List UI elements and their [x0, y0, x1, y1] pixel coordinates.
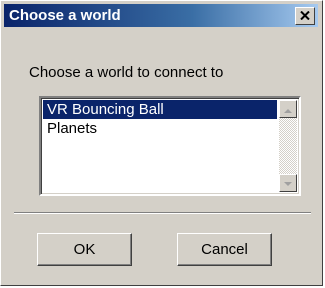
- list-item-vr-bouncing-ball[interactable]: VR Bouncing Ball: [43, 100, 277, 119]
- list-item-planets[interactable]: Planets: [43, 119, 277, 138]
- triangle-up-icon: [284, 100, 292, 118]
- choose-world-dialog: Choose a world Choose a world to connect…: [0, 0, 323, 286]
- ok-button[interactable]: OK: [37, 233, 132, 266]
- close-button[interactable]: [295, 7, 315, 25]
- world-list-items: VR Bouncing Ball Planets: [43, 100, 277, 192]
- title-bar[interactable]: Choose a world: [4, 4, 318, 27]
- separator-line: [14, 212, 311, 214]
- vertical-scrollbar[interactable]: [279, 100, 297, 192]
- cancel-button[interactable]: Cancel: [177, 233, 272, 266]
- scroll-down-button[interactable]: [279, 174, 297, 192]
- close-x-icon: [300, 7, 310, 25]
- dialog-title: Choose a world: [9, 7, 121, 24]
- triangle-down-icon: [284, 174, 292, 192]
- prompt-label: Choose a world to connect to: [29, 64, 224, 81]
- world-listbox[interactable]: VR Bouncing Ball Planets: [39, 96, 301, 196]
- scroll-up-button[interactable]: [279, 100, 297, 118]
